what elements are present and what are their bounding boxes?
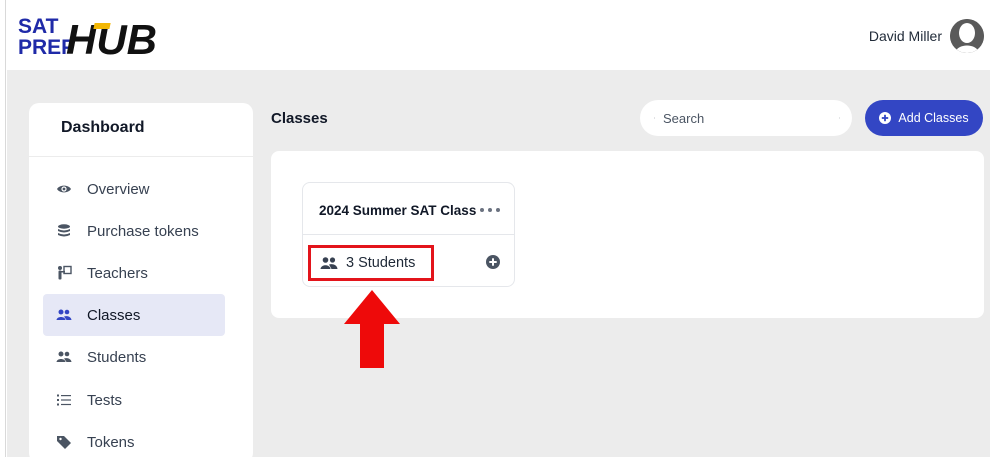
sidebar-item-label: Students [87, 348, 147, 366]
avatar[interactable] [950, 19, 984, 53]
card-divider [303, 234, 514, 235]
sidebar-item-teachers[interactable]: Teachers [43, 252, 225, 294]
sat-prep-hub-logo[interactable]: SAT PREP HUB [18, 12, 178, 60]
search-icon [654, 117, 655, 119]
eye-icon [55, 180, 73, 198]
students-count-label: 3 Students [346, 255, 416, 271]
more-options-icon[interactable] [480, 203, 500, 217]
logo-mark: SAT PREP HUB [18, 15, 157, 60]
sidebar-item-label: Classes [87, 306, 141, 324]
users-icon [55, 306, 73, 324]
user-name: David Miller [868, 28, 942, 44]
plus-circle-icon[interactable] [486, 255, 500, 269]
teacher-icon [55, 264, 73, 282]
add-classes-button[interactable]: Add Classes [865, 100, 983, 136]
search-input[interactable] [663, 110, 839, 126]
top-header: SAT PREP HUB David Miller [7, 0, 990, 70]
menu-dot [480, 208, 484, 212]
sidebar-item-tests[interactable]: Tests [43, 379, 225, 421]
add-classes-label: Add Classes [898, 111, 969, 125]
sidebar-item-purchase-tokens[interactable]: Purchase tokens [43, 210, 225, 252]
users-icon [55, 348, 73, 366]
students-count-link[interactable]: 3 Students [308, 245, 434, 281]
close-icon[interactable] [839, 111, 840, 125]
user-avatar-icon [950, 19, 984, 53]
plus-circle-icon [879, 112, 892, 124]
main-content: Dashboard Overview Purchase tokens Teach… [7, 70, 990, 457]
sidebar-title: Dashboard [61, 119, 145, 136]
sidebar-item-label: Overview [87, 180, 150, 198]
sidebar-divider [29, 156, 253, 157]
coins-icon [55, 222, 73, 240]
class-card[interactable]: 2024 Summer SAT Class 3 Students [302, 182, 515, 287]
window-left-edge [0, 0, 6, 457]
class-name: 2024 Summer SAT Class [319, 203, 477, 218]
sidebar-item-label: Purchase tokens [87, 222, 199, 240]
svg-text:SAT: SAT [18, 15, 59, 38]
sidebar-item-tokens[interactable]: Tokens [43, 421, 225, 457]
sidebar-item-classes[interactable]: Classes [43, 294, 225, 336]
svg-text:HUB: HUB [66, 16, 157, 60]
sidebar-item-label: Tokens [87, 433, 135, 451]
red-arrow-up-icon [344, 290, 400, 368]
page-title: Classes [271, 110, 328, 127]
tag-icon [55, 433, 73, 451]
sidebar-item-label: Teachers [87, 264, 148, 282]
sidebar-item-label: Tests [87, 391, 123, 409]
sidebar-item-overview[interactable]: Overview [43, 168, 225, 210]
user-menu[interactable]: David Miller [869, 19, 984, 53]
menu-dot [496, 208, 500, 212]
sidebar: Dashboard Overview Purchase tokens Teach… [29, 103, 253, 457]
sidebar-item-students[interactable]: Students [43, 336, 225, 378]
list-icon [55, 391, 73, 409]
menu-dot [488, 208, 492, 212]
users-icon [320, 257, 338, 269]
logo-accent-bar [93, 23, 111, 29]
search-box[interactable] [640, 100, 852, 136]
